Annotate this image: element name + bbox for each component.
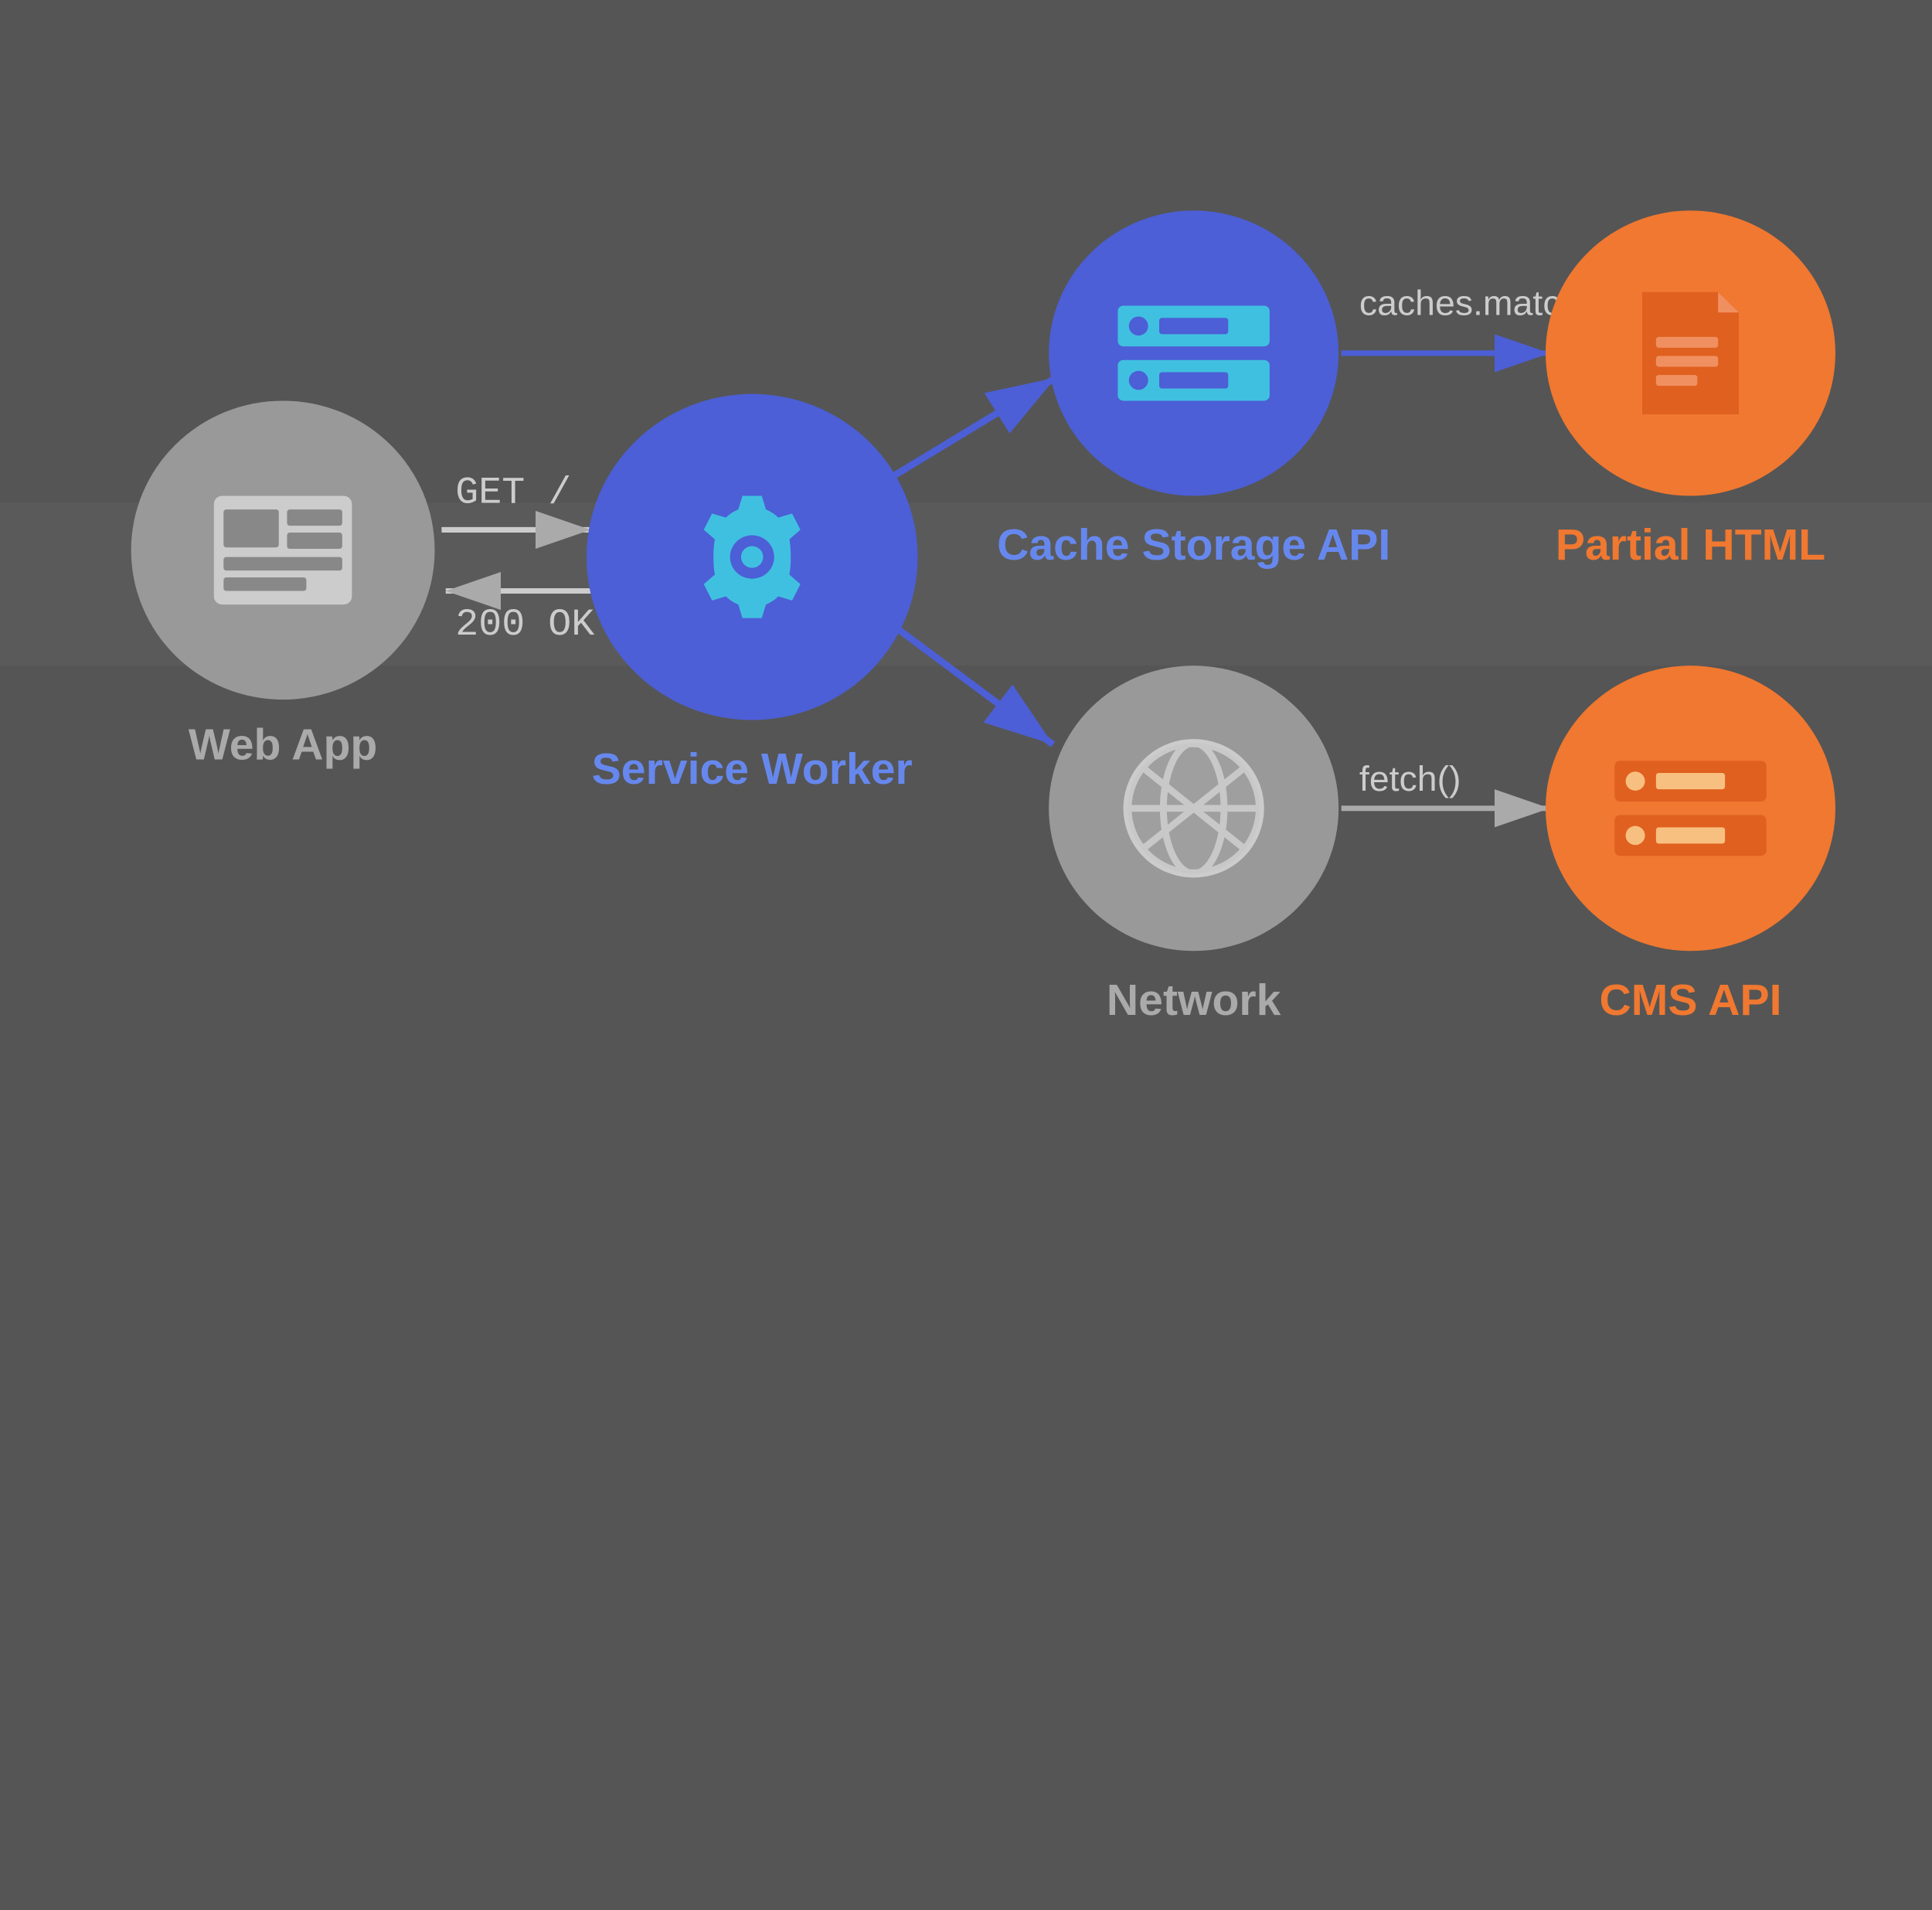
cache-storage-label: Cache Storage API [959, 520, 1428, 570]
partial-html-circle [1546, 210, 1835, 495]
cache-storage-circle [1049, 210, 1338, 495]
cms-api-circle [1546, 666, 1835, 951]
service-worker-circle [587, 394, 918, 720]
gear-icon [676, 482, 828, 632]
diagram: GET / 200 OK caches.match() fetch() Web … [0, 0, 1932, 1087]
network-circle [1049, 666, 1338, 951]
cache-storage-icon [1111, 299, 1277, 408]
fetch-label: fetch() [1359, 758, 1461, 800]
network-label: Network [959, 975, 1428, 1026]
web-app-icon [207, 489, 359, 611]
network-icon [1117, 734, 1269, 883]
web-app-label: Web App [131, 720, 435, 770]
cms-api-label: CMS API [1504, 975, 1876, 1026]
partial-html-icon [1628, 285, 1753, 421]
service-worker-label: Service Worker [545, 744, 959, 795]
cms-api-icon [1607, 754, 1773, 863]
ok-label: 200 OK [455, 604, 594, 646]
get-label: GET / [455, 473, 571, 515]
partial-html-label: Partial HTML [1449, 520, 1932, 570]
web-app-circle [131, 400, 435, 700]
